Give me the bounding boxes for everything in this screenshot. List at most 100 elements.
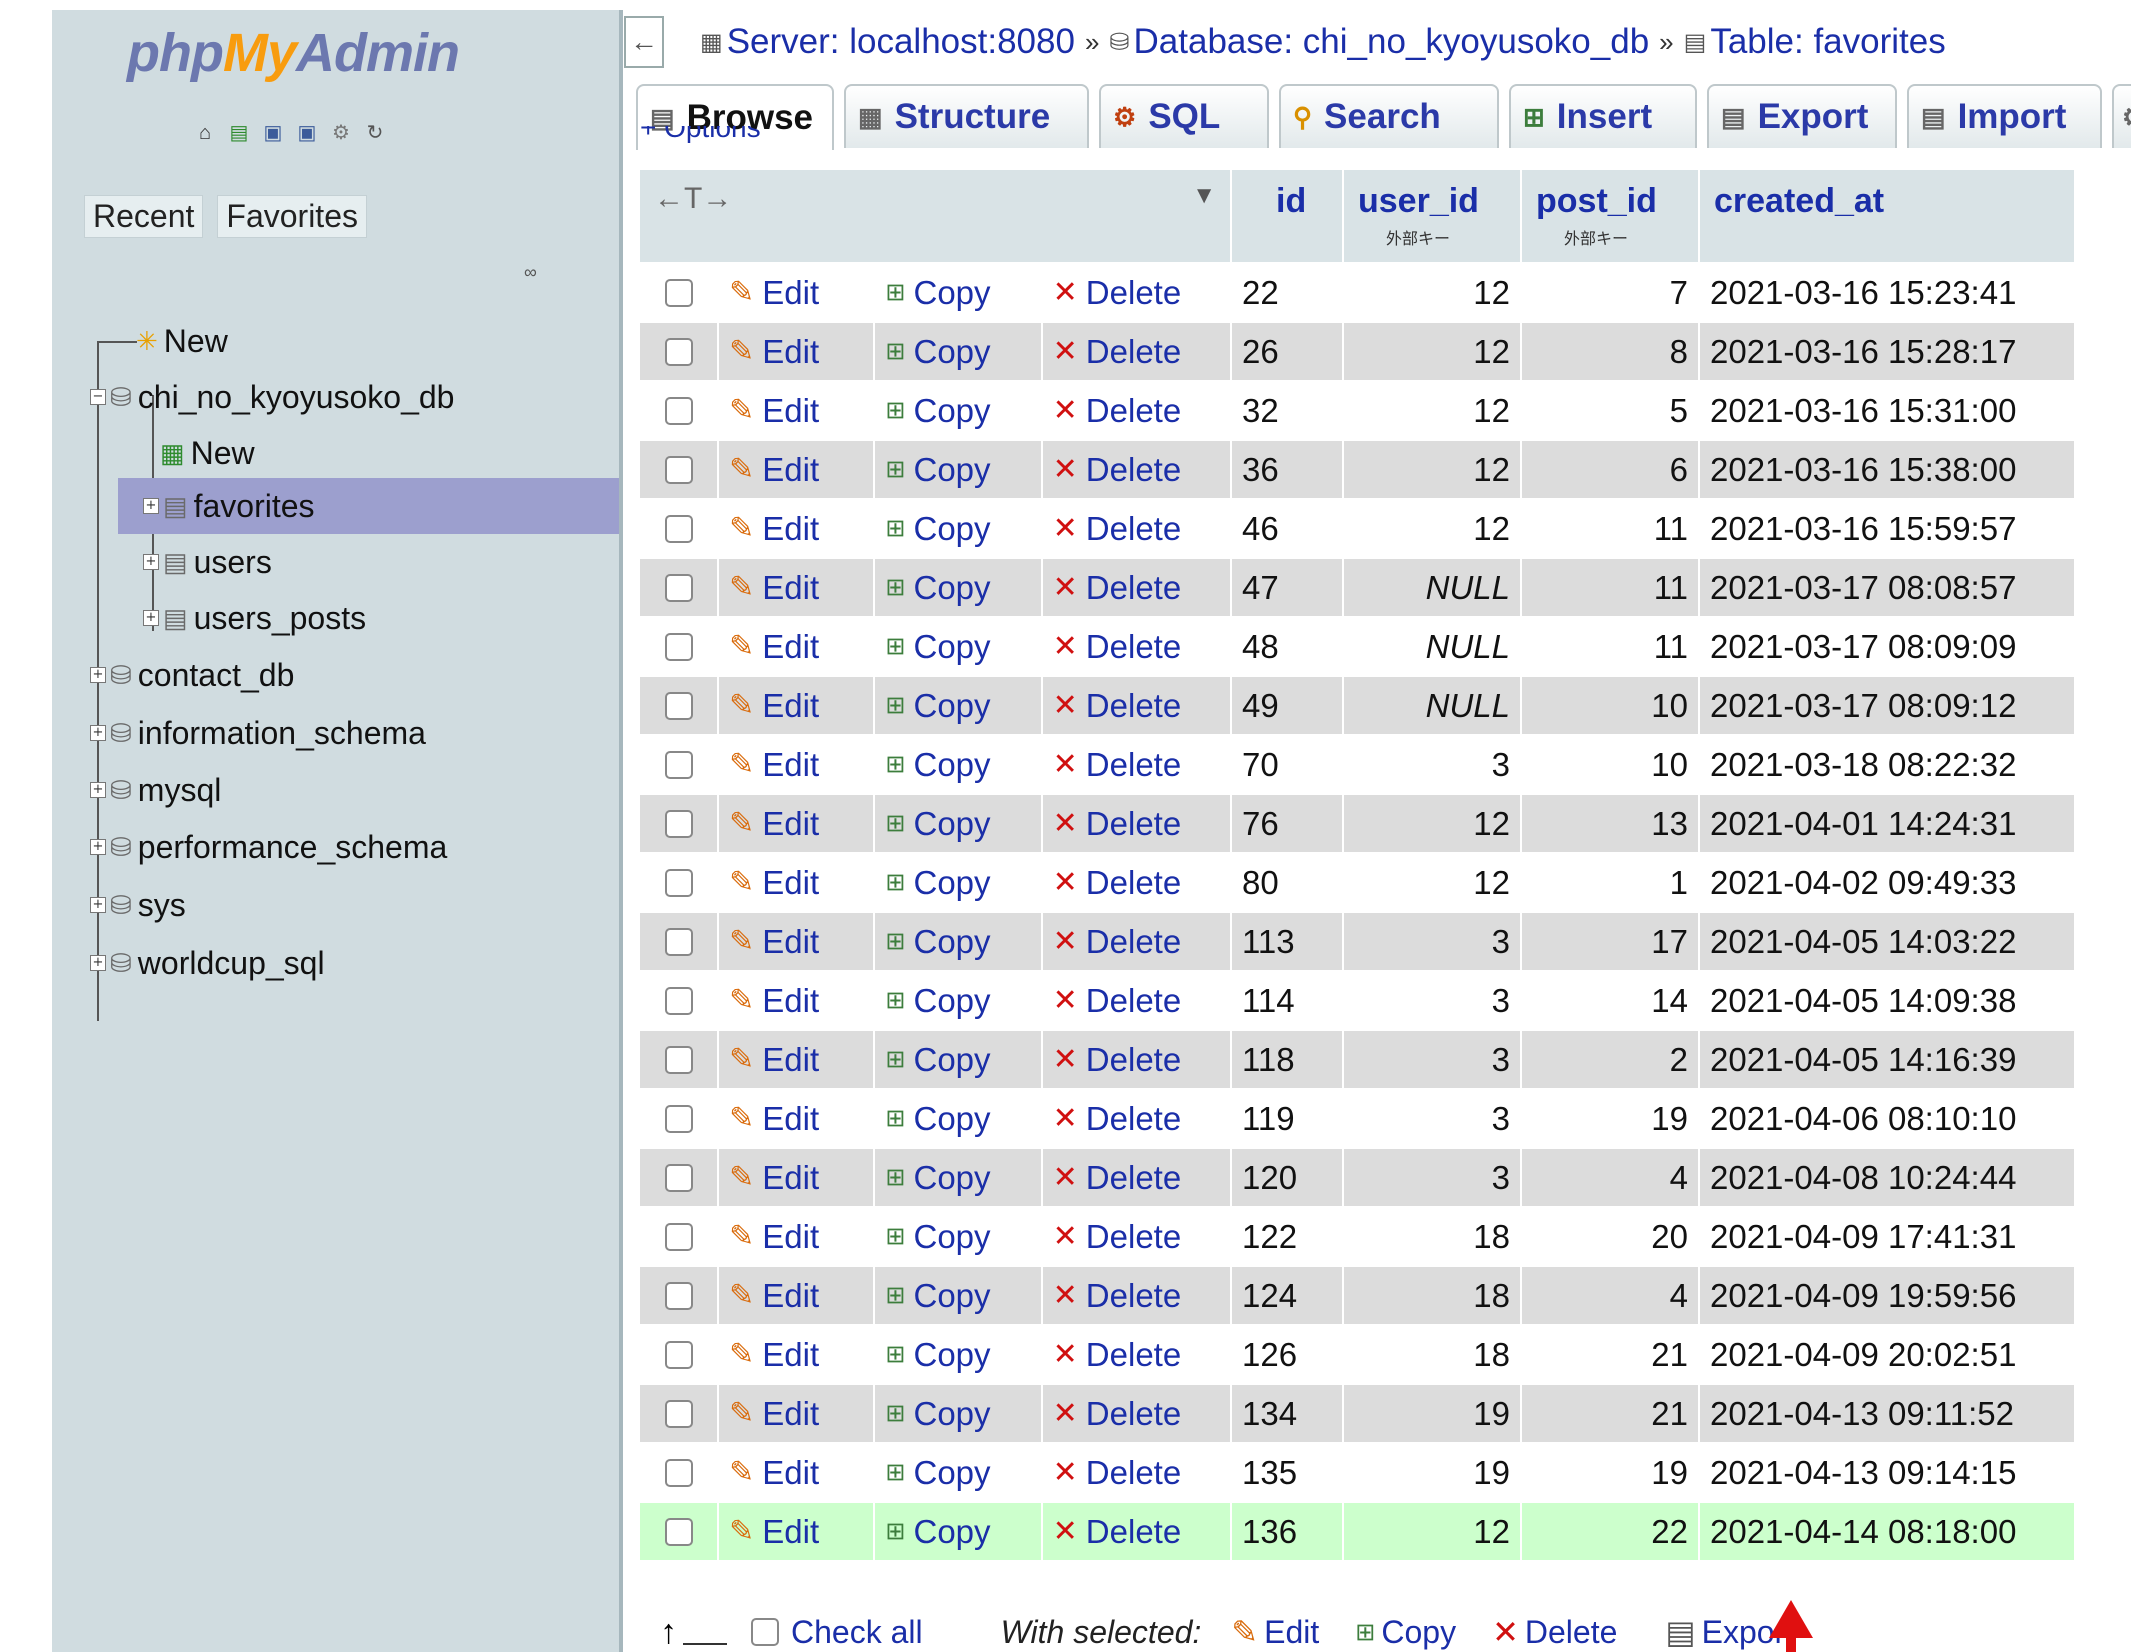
- cell-user-id[interactable]: 3: [1344, 1090, 1520, 1147]
- row-delete-button[interactable]: ✕ Delete: [1042, 1031, 1230, 1088]
- cell-created-at[interactable]: 2021-03-17 08:08:57: [1700, 559, 2074, 616]
- row-checkbox[interactable]: [664, 750, 693, 779]
- tree-db-sys[interactable]: + ⛁ sys: [90, 877, 186, 933]
- cell-post-id[interactable]: 19: [1522, 1090, 1698, 1147]
- column-header-created-at[interactable]: created_at: [1700, 170, 2074, 262]
- row-delete-button[interactable]: ✕ Delete: [1042, 677, 1230, 734]
- cell-post-id[interactable]: 22: [1522, 1503, 1698, 1560]
- row-copy-button[interactable]: ⊞ Copy: [875, 972, 1041, 1029]
- row-edit-button[interactable]: ✎ Edit: [719, 1149, 874, 1206]
- cell-id[interactable]: 122: [1232, 1208, 1342, 1265]
- cell-user-id[interactable]: 3: [1344, 736, 1520, 793]
- row-edit-button[interactable]: ✎ Edit: [719, 1326, 874, 1383]
- row-copy-button[interactable]: ⊞ Copy: [875, 1090, 1041, 1147]
- dropdown-icon[interactable]: ▼: [1192, 182, 1216, 216]
- cell-post-id[interactable]: 21: [1522, 1326, 1698, 1383]
- expand-icon[interactable]: +: [90, 897, 106, 913]
- cell-created-at[interactable]: 2021-04-05 14:09:38: [1700, 972, 2074, 1029]
- row-edit-button[interactable]: ✎ Edit: [719, 500, 874, 557]
- row-edit-button[interactable]: ✎ Edit: [719, 972, 874, 1029]
- cell-user-id[interactable]: NULL: [1344, 677, 1520, 734]
- cell-user-id[interactable]: 3: [1344, 1149, 1520, 1206]
- row-copy-button[interactable]: ⊞ Copy: [875, 500, 1041, 557]
- row-edit-button[interactable]: ✎ Edit: [719, 1444, 874, 1501]
- row-delete-button[interactable]: ✕ Delete: [1042, 736, 1230, 793]
- row-edit-button[interactable]: ✎ Edit: [719, 1090, 874, 1147]
- cell-user-id[interactable]: 3: [1344, 1031, 1520, 1088]
- tree-db-chi-no-kyoyusoko[interactable]: − ⛁ chi_no_kyoyusoko_db: [90, 369, 454, 425]
- row-delete-button[interactable]: ✕ Delete: [1042, 323, 1230, 380]
- row-copy-button[interactable]: ⊞ Copy: [875, 618, 1041, 675]
- cell-user-id[interactable]: NULL: [1344, 618, 1520, 675]
- collapse-icon[interactable]: −: [90, 389, 106, 405]
- cell-id[interactable]: 47: [1232, 559, 1342, 616]
- cell-created-at[interactable]: 2021-04-05 14:03:22: [1700, 913, 2074, 970]
- cell-post-id[interactable]: 8: [1522, 323, 1698, 380]
- docs-icon[interactable]: ▣: [260, 120, 286, 146]
- cell-created-at[interactable]: 2021-03-16 15:59:57: [1700, 500, 2074, 557]
- cell-post-id[interactable]: 5: [1522, 382, 1698, 439]
- cell-created-at[interactable]: 2021-03-17 08:09:12: [1700, 677, 2074, 734]
- row-edit-button[interactable]: ✎ Edit: [719, 913, 874, 970]
- cell-id[interactable]: 118: [1232, 1031, 1342, 1088]
- expand-icon[interactable]: +: [90, 725, 106, 741]
- favorites-tab[interactable]: Favorites: [217, 195, 367, 238]
- row-checkbox[interactable]: [664, 868, 693, 897]
- cell-created-at[interactable]: 2021-04-01 14:24:31: [1700, 795, 2074, 852]
- cell-id[interactable]: 134: [1232, 1385, 1342, 1442]
- tree-db-worldcup-sql[interactable]: + ⛁ worldcup_sql: [90, 935, 325, 991]
- row-copy-button[interactable]: ⊞ Copy: [875, 382, 1041, 439]
- row-checkbox[interactable]: [664, 1517, 693, 1546]
- tree-table-new[interactable]: ▦ New: [160, 425, 255, 481]
- row-edit-button[interactable]: ✎ Edit: [719, 382, 874, 439]
- tree-table-favorites[interactable]: + ▤ favorites: [118, 478, 619, 534]
- cell-post-id[interactable]: 11: [1522, 618, 1698, 675]
- row-copy-button[interactable]: ⊞ Copy: [875, 1031, 1041, 1088]
- row-edit-button[interactable]: ✎ Edit: [719, 677, 874, 734]
- tree-db-performance-schema[interactable]: + ⛁ performance_schema: [90, 819, 447, 875]
- cell-post-id[interactable]: 10: [1522, 736, 1698, 793]
- row-edit-button[interactable]: ✎ Edit: [719, 795, 874, 852]
- tree-table-users-posts[interactable]: + ▤ users_posts: [143, 590, 366, 646]
- tree-db-contact[interactable]: + ⛁ contact_db: [90, 647, 294, 703]
- tab-import[interactable]: ▤ Import: [1907, 84, 2102, 148]
- cell-created-at[interactable]: 2021-04-09 20:02:51: [1700, 1326, 2074, 1383]
- expand-icon[interactable]: +: [143, 610, 159, 626]
- column-header-id[interactable]: id: [1232, 170, 1342, 262]
- row-edit-button[interactable]: ✎ Edit: [719, 323, 874, 380]
- row-copy-button[interactable]: ⊞ Copy: [875, 1267, 1041, 1324]
- row-checkbox[interactable]: [664, 455, 693, 484]
- tree-new-database[interactable]: ✳ New: [136, 313, 228, 369]
- cell-user-id[interactable]: 18: [1344, 1267, 1520, 1324]
- row-edit-button[interactable]: ✎ Edit: [719, 441, 874, 498]
- row-checkbox[interactable]: [664, 927, 693, 956]
- row-checkbox[interactable]: [664, 278, 693, 307]
- row-delete-button[interactable]: ✕ Delete: [1042, 382, 1230, 439]
- row-copy-button[interactable]: ⊞ Copy: [875, 323, 1041, 380]
- row-delete-button[interactable]: ✕ Delete: [1042, 1267, 1230, 1324]
- cell-user-id[interactable]: NULL: [1344, 559, 1520, 616]
- expand-icon[interactable]: +: [90, 839, 106, 855]
- row-delete-button[interactable]: ✕ Delete: [1042, 1090, 1230, 1147]
- row-copy-button[interactable]: ⊞ Copy: [875, 736, 1041, 793]
- check-all-checkbox[interactable]: [751, 1618, 779, 1646]
- cell-user-id[interactable]: 18: [1344, 1326, 1520, 1383]
- expand-icon[interactable]: +: [90, 667, 106, 683]
- cell-id[interactable]: 36: [1232, 441, 1342, 498]
- tab-search[interactable]: ⚲ Search: [1279, 84, 1499, 148]
- row-copy-button[interactable]: ⊞ Copy: [875, 1503, 1041, 1560]
- cell-created-at[interactable]: 2021-03-16 15:28:17: [1700, 323, 2074, 380]
- row-copy-button[interactable]: ⊞ Copy: [875, 913, 1041, 970]
- cell-post-id[interactable]: 4: [1522, 1149, 1698, 1206]
- row-delete-button[interactable]: ✕ Delete: [1042, 264, 1230, 321]
- reload-icon[interactable]: ↻: [362, 120, 388, 146]
- expand-icon[interactable]: +: [143, 498, 159, 514]
- cell-created-at[interactable]: 2021-04-14 08:18:00: [1700, 1503, 2074, 1560]
- row-delete-button[interactable]: ✕ Delete: [1042, 795, 1230, 852]
- cell-created-at[interactable]: 2021-04-09 17:41:31: [1700, 1208, 2074, 1265]
- sql-docs-icon[interactable]: ▣: [294, 120, 320, 146]
- cell-post-id[interactable]: 10: [1522, 677, 1698, 734]
- row-edit-button[interactable]: ✎ Edit: [719, 1267, 874, 1324]
- cell-user-id[interactable]: 12: [1344, 441, 1520, 498]
- row-copy-button[interactable]: ⊞ Copy: [875, 441, 1041, 498]
